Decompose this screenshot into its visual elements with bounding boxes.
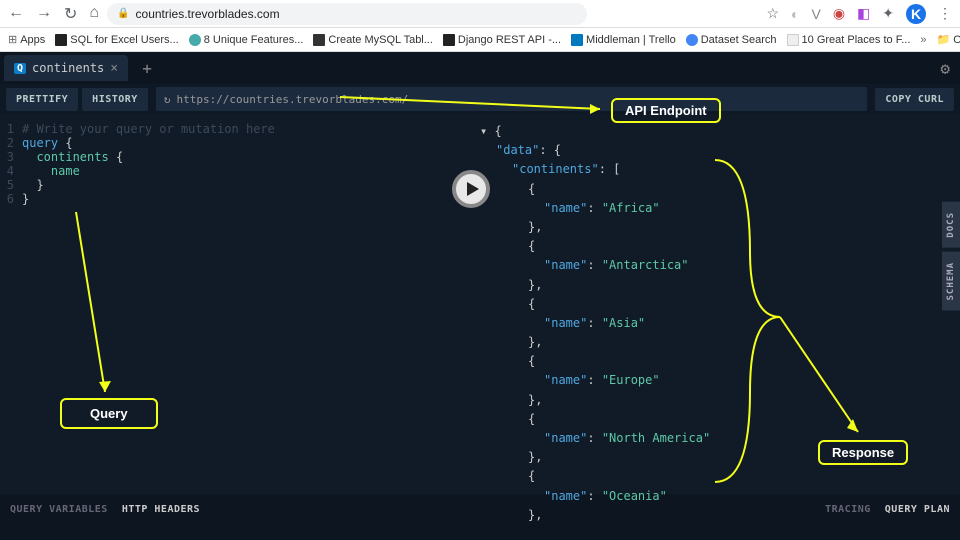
http-headers-tab[interactable]: HTTP HEADERS bbox=[122, 504, 200, 515]
home-icon[interactable]: ⌂ bbox=[89, 4, 99, 24]
browser-address-bar: ← → ↻ ⌂ 🔒 countries.trevorblades.com ☆ ◐… bbox=[0, 0, 960, 28]
annotation-response: Response bbox=[818, 440, 908, 465]
bookmark-item[interactable]: SQL for Excel Users... bbox=[55, 34, 178, 46]
profile-avatar[interactable]: K bbox=[906, 4, 926, 24]
graphql-playground: Q continents × + ⚙ PRETTIFY HISTORY ↻ ht… bbox=[0, 52, 960, 540]
query-editor[interactable]: 1# Write your query or mutation here2que… bbox=[0, 114, 470, 494]
other-bookmarks[interactable]: 📁Other bookmarks bbox=[937, 33, 960, 46]
bookmark-bar: ⊞Apps SQL for Excel Users... 8 Unique Fe… bbox=[0, 28, 960, 52]
bookmark-item[interactable]: 8 Unique Features... bbox=[189, 34, 304, 46]
chrome-actions: ☆ ◐ V ◉ ◧ ✦ K ⋮ bbox=[766, 4, 952, 24]
add-tab-button[interactable]: + bbox=[134, 55, 160, 81]
endpoint-input[interactable]: ↻ https://countries.trevorblades.com/ bbox=[156, 87, 867, 111]
overflow-icon[interactable]: » bbox=[920, 34, 926, 46]
bookmark-item[interactable]: Dataset Search bbox=[686, 34, 777, 46]
ext-icon[interactable]: ◐ bbox=[791, 6, 799, 22]
query-tab[interactable]: Q continents × bbox=[4, 55, 128, 81]
endpoint-text: https://countries.trevorblades.com/ bbox=[176, 93, 408, 106]
query-badge-icon: Q bbox=[14, 63, 26, 74]
play-button[interactable] bbox=[452, 170, 490, 208]
panes: 1# Write your query or mutation here2que… bbox=[0, 114, 960, 494]
copy-curl-button[interactable]: COPY CURL bbox=[875, 88, 954, 111]
side-tabs: DOCS SCHEMA bbox=[942, 202, 960, 310]
bookmark-item[interactable]: Django REST API -... bbox=[443, 34, 561, 46]
ext-icon[interactable]: V bbox=[811, 6, 820, 22]
folder-icon: 📁 bbox=[937, 33, 951, 46]
bookmark-item[interactable]: Create MySQL Tabl... bbox=[313, 34, 433, 46]
star-icon[interactable]: ☆ bbox=[766, 5, 779, 22]
query-variables-tab[interactable]: QUERY VARIABLES bbox=[10, 504, 108, 515]
nav-arrows: ← → ↻ ⌂ bbox=[8, 4, 99, 24]
forward-icon[interactable]: → bbox=[36, 4, 52, 24]
response-pane: ▾ {"data": {"continents": [{"name": "Afr… bbox=[470, 114, 960, 494]
annotation-query: Query bbox=[60, 398, 158, 429]
extensions-icon[interactable]: ✦ bbox=[882, 5, 894, 22]
lock-icon: 🔒 bbox=[117, 8, 129, 19]
history-button[interactable]: HISTORY bbox=[82, 88, 148, 111]
schema-tab[interactable]: SCHEMA bbox=[942, 252, 960, 311]
toolbar: PRETTIFY HISTORY ↻ https://countries.tre… bbox=[0, 84, 960, 114]
bookmark-item[interactable]: 10 Great Places to F... bbox=[787, 34, 911, 46]
menu-icon[interactable]: ⋮ bbox=[938, 5, 952, 22]
apps-button[interactable]: ⊞Apps bbox=[8, 33, 45, 46]
close-icon[interactable]: × bbox=[110, 61, 118, 76]
ext-icon[interactable]: ◧ bbox=[857, 5, 870, 22]
reload-icon: ↻ bbox=[164, 93, 171, 106]
tab-row: Q continents × + ⚙ bbox=[0, 52, 960, 84]
url-input[interactable]: 🔒 countries.trevorblades.com bbox=[107, 3, 587, 25]
ext-icon[interactable]: ◉ bbox=[833, 5, 845, 22]
gear-icon[interactable]: ⚙ bbox=[940, 59, 950, 78]
url-text: countries.trevorblades.com bbox=[136, 7, 280, 21]
bookmark-item[interactable]: Middleman | Trello bbox=[571, 34, 676, 46]
reload-icon[interactable]: ↻ bbox=[64, 4, 77, 24]
prettify-button[interactable]: PRETTIFY bbox=[6, 88, 78, 111]
tab-label: continents bbox=[32, 61, 104, 75]
back-icon[interactable]: ← bbox=[8, 4, 24, 24]
annotation-endpoint: API Endpoint bbox=[611, 98, 721, 123]
docs-tab[interactable]: DOCS bbox=[942, 202, 960, 248]
